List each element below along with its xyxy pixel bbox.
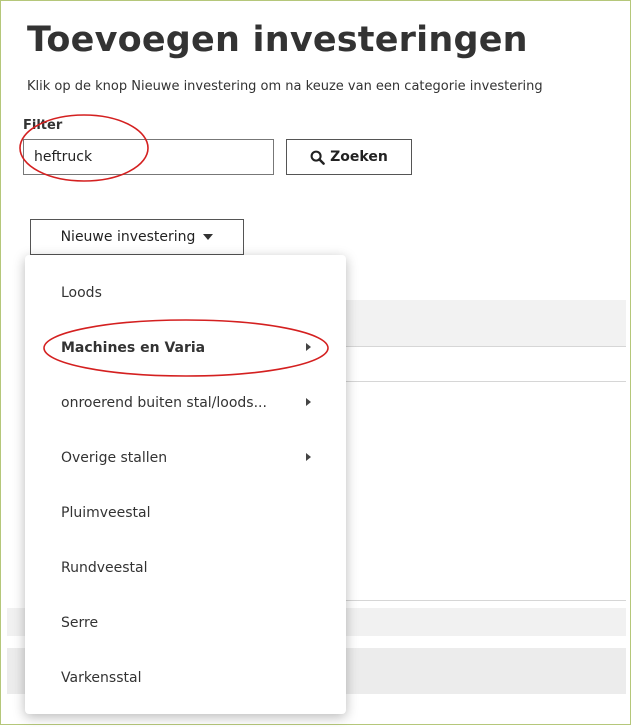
menu-item-pluimveestal[interactable]: Pluimveestal <box>25 485 346 540</box>
menu-item-machines-en-varia[interactable]: Machines en Varia <box>25 320 346 375</box>
menu-item-label: Loods <box>61 284 102 301</box>
menu-item-overige-stallen[interactable]: Overige stallen <box>25 430 346 485</box>
table-divider <box>346 600 626 601</box>
table-divider <box>346 381 626 382</box>
menu-item-varkensstal[interactable]: Varkensstal <box>25 650 346 705</box>
submenu-arrow-icon <box>306 453 311 461</box>
filter-label: Filter <box>23 118 63 133</box>
page-title: Toevoegen investeringen <box>27 20 528 60</box>
investment-category-menu: Loods Machines en Varia onroerend buiten… <box>25 255 346 714</box>
table-header-row <box>346 300 626 346</box>
search-button-label: Zoeken <box>330 149 388 165</box>
submenu-arrow-icon <box>306 343 311 351</box>
submenu-arrow-icon <box>306 398 311 406</box>
menu-item-label: Varkensstal <box>61 669 142 686</box>
menu-item-serre[interactable]: Serre <box>25 595 346 650</box>
menu-item-label: onroerend buiten stal/loods... <box>61 394 267 411</box>
new-investment-label: Nieuwe investering <box>60 229 196 245</box>
menu-item-label: Overige stallen <box>61 449 168 466</box>
search-button[interactable]: Zoeken <box>286 139 412 175</box>
menu-item-loods[interactable]: Loods <box>25 265 346 320</box>
menu-item-label: Serre <box>61 614 99 631</box>
table-divider <box>346 346 626 347</box>
intro-text: Klik op de knop Nieuwe investering om na… <box>27 79 543 94</box>
menu-item-label: Rundveestal <box>61 559 148 576</box>
search-icon <box>310 150 325 165</box>
filter-input[interactable] <box>23 139 274 175</box>
menu-item-rundveestal[interactable]: Rundveestal <box>25 540 346 595</box>
menu-item-onroerend-buiten-stal[interactable]: onroerend buiten stal/loods... <box>25 375 346 430</box>
caret-down-icon <box>203 234 214 240</box>
menu-item-label: Pluimveestal <box>61 504 151 521</box>
menu-item-label: Machines en Varia <box>61 339 206 356</box>
new-investment-button[interactable]: Nieuwe investering <box>30 219 244 255</box>
